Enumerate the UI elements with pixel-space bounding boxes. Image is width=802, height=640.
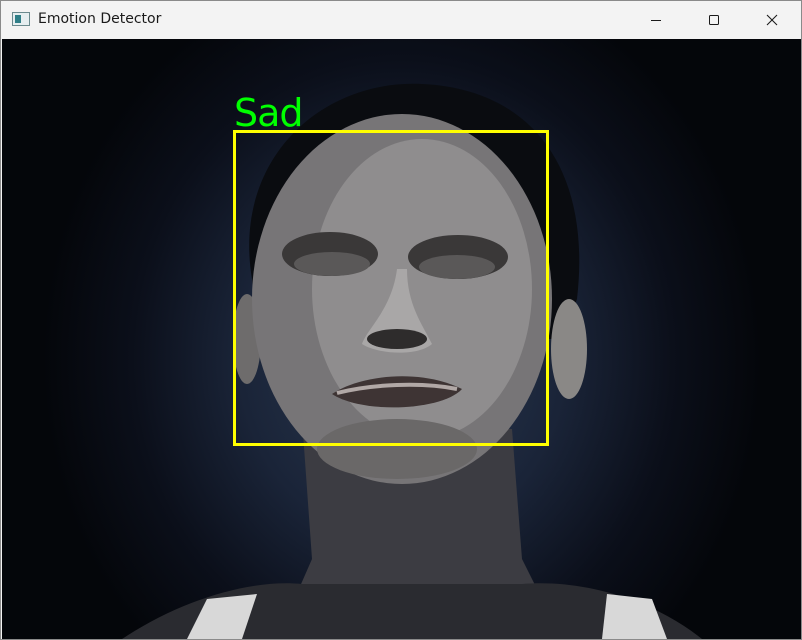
- app-window: Emotion Detector Sad: [0, 0, 802, 640]
- app-window-icon: [12, 12, 30, 26]
- minimize-button[interactable]: [627, 1, 685, 39]
- camera-feed: Sad: [2, 39, 801, 639]
- close-icon: [766, 14, 778, 26]
- maximize-icon: [709, 15, 719, 25]
- close-button[interactable]: [743, 1, 801, 39]
- maximize-button[interactable]: [685, 1, 743, 39]
- minimize-icon: [651, 20, 661, 21]
- face-bounding-box: [233, 130, 549, 446]
- window-title: Emotion Detector: [38, 11, 162, 27]
- emotion-label: Sad: [234, 91, 304, 135]
- title-bar[interactable]: Emotion Detector: [1, 1, 801, 39]
